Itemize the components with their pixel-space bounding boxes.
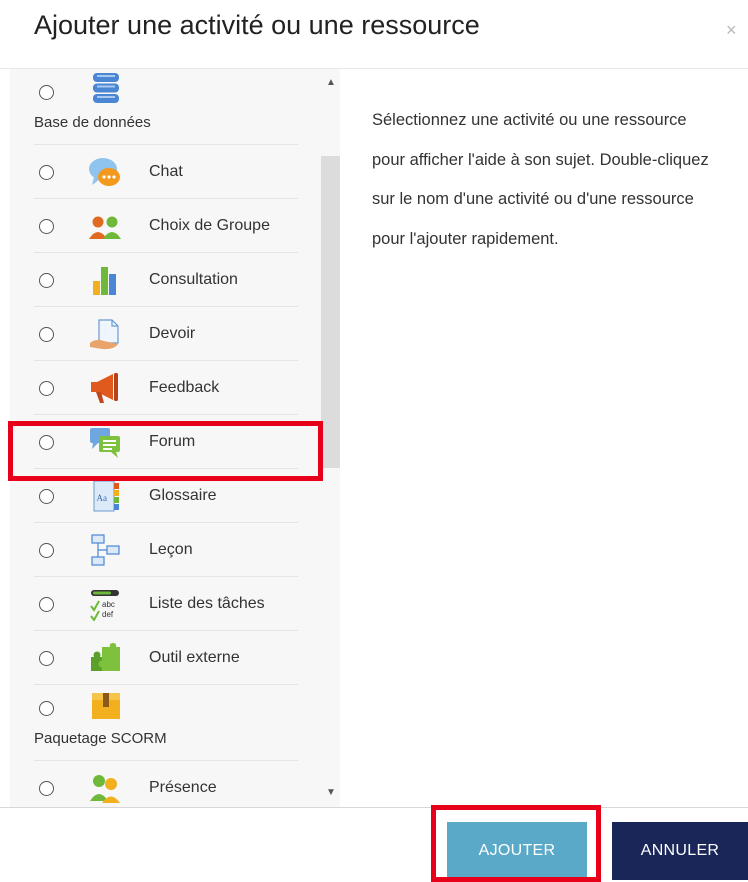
radio-button[interactable] (39, 489, 54, 504)
radio-button[interactable] (39, 597, 54, 612)
assignment-icon (90, 319, 119, 350)
option-label: Chat (149, 163, 183, 180)
puzzle-icon (91, 643, 120, 671)
scroll-thumb[interactable] (321, 156, 340, 468)
checklist-icon: abc def (90, 590, 119, 621)
option-chat[interactable]: Chat (34, 145, 298, 199)
option-label: Glossaire (149, 487, 217, 504)
radio-button[interactable] (39, 327, 54, 342)
package-icon (92, 693, 120, 719)
option-label: Paquetage SCORM (34, 730, 167, 747)
radio-button[interactable] (39, 219, 54, 234)
scroll-up-icon[interactable]: ▲ (324, 77, 338, 88)
option-label: Base de données (34, 114, 151, 131)
list-scrollbar[interactable]: ▲ ▼ (321, 69, 340, 807)
activity-list[interactable]: Base de données Chat Choix de Groupe Con… (10, 69, 340, 807)
megaphone-icon (91, 373, 118, 403)
chat-icon (89, 158, 120, 186)
option-label: Devoir (149, 325, 196, 342)
radio-button[interactable] (39, 85, 54, 100)
option-checklist[interactable]: abc def Liste des tâches (34, 577, 298, 631)
scroll-down-icon[interactable]: ▼ (324, 787, 338, 798)
radio-button[interactable] (39, 701, 54, 716)
attendance-icon (90, 775, 120, 803)
option-label: Feedback (149, 379, 220, 396)
option-assignment[interactable]: Devoir (34, 307, 298, 361)
svg-text:abc: abc (102, 600, 115, 609)
radio-button[interactable] (39, 165, 54, 180)
option-glossary[interactable]: Aa Glossaire (34, 469, 298, 523)
forum-icon (90, 428, 120, 458)
svg-text:def: def (102, 610, 114, 619)
add-button[interactable]: AJOUTER (447, 822, 587, 880)
radio-button[interactable] (39, 543, 54, 558)
option-label: Liste des tâches (149, 595, 265, 612)
option-attendance[interactable]: Présence (34, 761, 298, 807)
close-icon[interactable]: × (726, 20, 737, 41)
option-label: Consultation (149, 271, 238, 288)
option-label: Présence (149, 779, 217, 796)
option-label: Choix de Groupe (149, 217, 270, 234)
svg-text:Aa: Aa (97, 493, 108, 503)
option-lesson[interactable]: Leçon (34, 523, 298, 577)
database-icon (93, 73, 119, 103)
radio-button[interactable] (39, 781, 54, 796)
radio-button[interactable] (39, 435, 54, 450)
radio-button[interactable] (39, 651, 54, 666)
radio-button[interactable] (39, 381, 54, 396)
option-forum[interactable]: Forum (34, 415, 298, 469)
option-database[interactable]: Base de données (34, 69, 298, 145)
group-choice-icon (89, 216, 121, 239)
option-external-tool[interactable]: Outil externe (34, 631, 298, 685)
option-feedback[interactable]: Feedback (34, 361, 298, 415)
option-label: Outil externe (149, 649, 240, 666)
option-label: Forum (149, 433, 196, 450)
help-text: Sélectionnez une activité ou une ressour… (372, 111, 709, 248)
survey-chart-icon (93, 267, 116, 295)
lesson-icon (91, 534, 120, 566)
footer-divider (0, 807, 748, 808)
dialog-title: Ajouter une activité ou une ressource (34, 10, 480, 40)
option-group-choice[interactable]: Choix de Groupe (34, 199, 298, 253)
glossary-icon: Aa (93, 480, 119, 512)
radio-button[interactable] (39, 273, 54, 288)
option-label: Leçon (149, 541, 193, 558)
option-survey[interactable]: Consultation (34, 253, 298, 307)
option-scorm-package[interactable]: Paquetage SCORM (34, 685, 298, 761)
cancel-button[interactable]: ANNULER (612, 822, 748, 880)
